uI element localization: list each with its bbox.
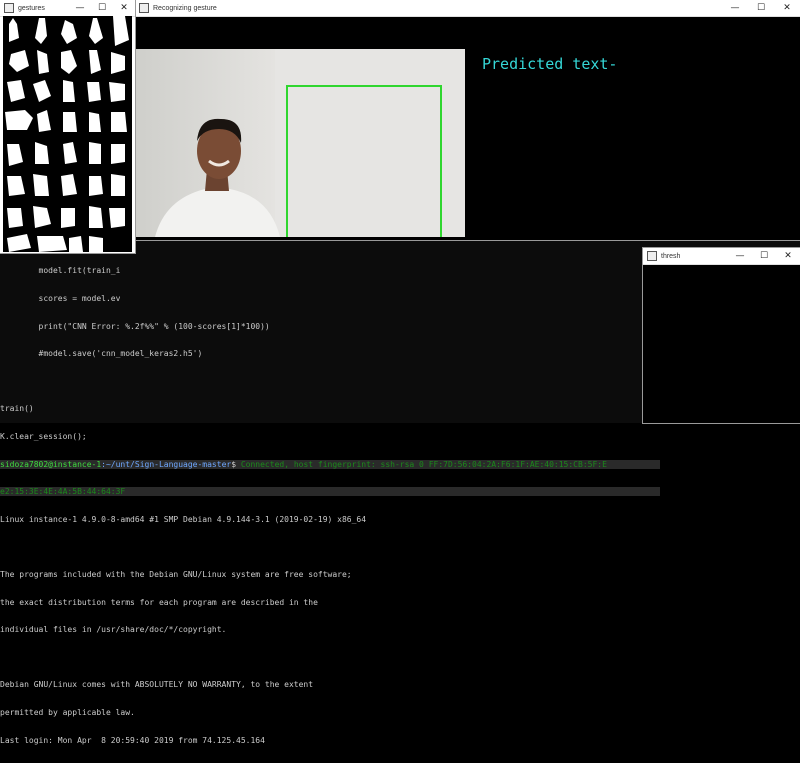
- recognizing-title: Recognizing gesture: [153, 4, 217, 12]
- gesture-10: [111, 52, 125, 74]
- prompt-user: sidoza7802@instance-1: [0, 459, 102, 469]
- gesture-38: [69, 236, 83, 252]
- gesture-7: [37, 50, 49, 74]
- gesture-24: [89, 142, 101, 164]
- gesture-34: [89, 206, 103, 228]
- output-line-4: the exact distribution terms for each pr…: [0, 597, 318, 607]
- maximize-button[interactable]: ☐: [752, 248, 776, 264]
- code-line-7: K.clear_session();: [0, 431, 87, 441]
- person-image: [155, 118, 280, 237]
- terminal-output: model.fit(train_i scores = model.ev prin…: [0, 248, 660, 763]
- gesture-26: [7, 176, 25, 196]
- window-icon: [4, 3, 14, 13]
- close-button[interactable]: ✕: [776, 248, 800, 264]
- minimize-button[interactable]: —: [69, 0, 91, 16]
- gesture-27: [33, 174, 49, 196]
- gesture-4: [89, 18, 103, 44]
- ssh-message: Connected, host fingerprint: ssh-rsa 0 F…: [236, 459, 607, 469]
- gestures-window[interactable]: gestures — ☐ ✕: [0, 0, 135, 253]
- code-line-6: train(): [0, 404, 34, 414]
- gesture-35: [109, 208, 125, 228]
- predicted-text: Predicted text-: [482, 55, 618, 73]
- thresh-canvas: [643, 265, 800, 423]
- gestures-title: gestures: [18, 4, 45, 12]
- output-line-3: The programs included with the Debian GN…: [0, 569, 352, 579]
- gesture-37: [37, 236, 67, 252]
- gesture-19: [89, 112, 101, 132]
- gesture-12: [33, 80, 51, 102]
- gesture-36: [7, 234, 31, 252]
- gesture-29: [89, 176, 103, 196]
- gestures-titlebar[interactable]: gestures — ☐ ✕: [0, 0, 135, 17]
- close-button[interactable]: ✕: [113, 0, 135, 16]
- gesture-28: [61, 174, 77, 196]
- roi-box: [286, 85, 442, 237]
- gesture-14: [87, 82, 101, 102]
- gesture-5: [113, 16, 129, 46]
- gesture-20: [111, 112, 127, 132]
- gesture-25: [111, 144, 125, 164]
- thresh-title: thresh: [661, 252, 681, 260]
- gesture-31: [7, 208, 23, 228]
- output-line-1: Linux instance-1 4.9.0-8-amd64 #1 SMP De…: [0, 514, 367, 524]
- gesture-18: [63, 112, 77, 132]
- gesture-39: [89, 236, 103, 252]
- code-line-3: print("CNN Error: %.2f%%" % (100-scores[…: [0, 321, 270, 331]
- gesture-13: [63, 80, 75, 102]
- gesture-17: [37, 110, 51, 132]
- minimize-button[interactable]: —: [728, 248, 752, 264]
- window-icon: [139, 3, 149, 13]
- output-line-7: Debian GNU/Linux comes with ABSOLUTELY N…: [0, 680, 314, 690]
- person-shirt: [155, 189, 280, 237]
- output-line-5: individual files in /usr/share/doc/*/cop…: [0, 625, 227, 635]
- gesture-16: [5, 110, 33, 130]
- prompt-path: :~/unt/Sign-Language-master: [101, 459, 232, 469]
- gesture-32: [33, 206, 51, 228]
- gesture-8: [61, 50, 77, 74]
- gesture-15: [109, 82, 125, 102]
- gesture-images: [5, 16, 129, 252]
- gesture-6: [9, 50, 29, 72]
- maximize-button[interactable]: ☐: [748, 0, 774, 16]
- thresh-titlebar[interactable]: thresh — ☐ ✕: [643, 248, 800, 265]
- gesture-11: [7, 80, 25, 102]
- gesture-grid: [3, 16, 132, 252]
- recognizing-titlebar[interactable]: Recognizing gesture — ☐ ✕: [135, 0, 800, 17]
- output-line-9: Last login: Mon Apr 8 20:59:40 2019 from…: [0, 735, 265, 745]
- gesture-21: [7, 144, 23, 166]
- output-line-6: [0, 653, 660, 662]
- gesture-2: [35, 18, 47, 44]
- gesture-33: [61, 208, 75, 228]
- gesture-3: [61, 20, 77, 44]
- camera-feed: [135, 49, 465, 237]
- recognizing-canvas: Predicted text-: [135, 17, 800, 240]
- recognizing-gesture-window[interactable]: Recognizing gesture — ☐ ✕ Predicted text…: [135, 0, 800, 240]
- gesture-1: [9, 18, 19, 42]
- close-button[interactable]: ✕: [774, 0, 800, 16]
- window-icon: [647, 251, 657, 261]
- ssh-message-cont: e2:15:3E:4E:4A:5B:44:64:3F: [0, 487, 660, 497]
- minimize-button[interactable]: —: [722, 0, 748, 16]
- gesture-22: [35, 142, 49, 164]
- code-line-1: model.fit(train_i: [0, 266, 121, 276]
- thresh-window[interactable]: thresh — ☐ ✕: [643, 248, 800, 423]
- maximize-button[interactable]: ☐: [91, 0, 113, 16]
- gesture-9: [89, 50, 101, 74]
- code-line-4: #model.save('cnn_model_keras2.h5'): [0, 349, 203, 359]
- output-line-2: [0, 542, 660, 551]
- gesture-30: [111, 174, 125, 196]
- output-line-8: permitted by applicable law.: [0, 707, 135, 717]
- prompt-line: sidoza7802@instance-1:~/unt/Sign-Languag…: [0, 459, 660, 469]
- gesture-23: [63, 142, 77, 164]
- code-line-2: scores = model.ev: [0, 294, 121, 303]
